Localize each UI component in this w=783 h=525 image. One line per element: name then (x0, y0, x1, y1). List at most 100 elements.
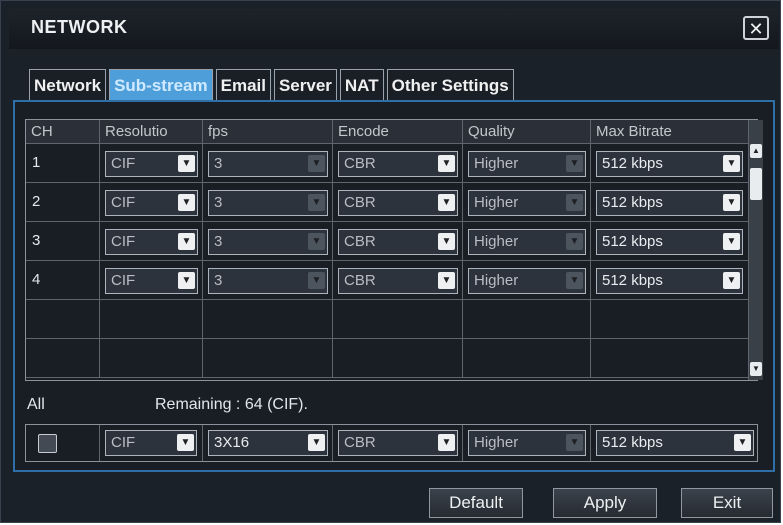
header-quality: Quality (463, 120, 591, 143)
encode-value: CBR (344, 194, 376, 211)
chevron-down-icon: ▼ (566, 272, 583, 289)
quality-select[interactable]: Higher ▼ (468, 229, 586, 255)
bitrate-cell: 512 kbps ▼ (591, 261, 748, 299)
bitrate-select[interactable]: 512 kbps ▼ (596, 268, 743, 294)
all-label: All (27, 396, 45, 413)
resolution-select[interactable]: CIF ▼ (105, 268, 198, 294)
bitrate-select[interactable]: 512 kbps ▼ (596, 190, 743, 216)
bitrate-cell: 512 kbps ▼ (591, 183, 748, 221)
table-row (26, 339, 759, 378)
chevron-down-icon: ▼ (438, 233, 455, 250)
tab-network[interactable]: Network (29, 69, 107, 101)
all-quality-select[interactable]: Higher ▼ (468, 430, 586, 456)
table-header: CH Resolutio fps Encode Quality Max Bitr… (26, 120, 759, 144)
table-row: 3 CIF ▼ 3 ▼ CBR ▼ Higher ▼ 512 kbps ▼ (26, 222, 759, 261)
all-resolution-cell: CIF ▼ (100, 425, 203, 461)
all-fps-value: 3X16 (214, 434, 250, 451)
tab-sub-stream[interactable]: Sub-stream (109, 69, 213, 101)
empty-cell (100, 300, 203, 338)
bitrate-value: 512 kbps (602, 194, 663, 211)
chevron-down-icon: ▼ (308, 194, 325, 211)
resolution-select[interactable]: CIF ▼ (105, 190, 198, 216)
table-row: 4 CIF ▼ 3 ▼ CBR ▼ Higher ▼ 512 kbps ▼ (26, 261, 759, 300)
all-checkbox[interactable] (38, 434, 57, 453)
encode-cell: CBR ▼ (333, 222, 463, 260)
fps-cell: 3 ▼ (203, 144, 333, 182)
chevron-down-icon: ▼ (308, 233, 325, 250)
all-resolution-select[interactable]: CIF ▼ (105, 430, 197, 456)
quality-cell: Higher ▼ (463, 261, 591, 299)
empty-cell (203, 300, 333, 338)
default-button[interactable]: Default (429, 488, 523, 518)
header-encode: Encode (333, 120, 463, 143)
channel-number: 1 (26, 144, 100, 182)
fps-value: 3 (214, 233, 223, 250)
quality-value: Higher (474, 155, 519, 172)
tab-email[interactable]: Email (215, 69, 271, 101)
fps-cell: 3 ▼ (203, 261, 333, 299)
quality-cell: Higher ▼ (463, 222, 591, 260)
chevron-down-icon: ▼ (178, 272, 195, 289)
empty-cell (591, 300, 748, 338)
bitrate-select[interactable]: 512 kbps ▼ (596, 151, 743, 177)
encode-select[interactable]: CBR ▼ (338, 268, 458, 294)
empty-cell (203, 339, 333, 377)
chevron-down-icon: ▼ (438, 272, 455, 289)
fps-select[interactable]: 3 ▼ (208, 268, 328, 294)
close-icon[interactable]: ✕ (743, 16, 769, 40)
tab-other-settings[interactable]: Other Settings (386, 69, 514, 101)
encode-select[interactable]: CBR ▼ (338, 229, 458, 255)
empty-cell (463, 339, 591, 377)
bitrate-value: 512 kbps (602, 233, 663, 250)
encode-select[interactable]: CBR ▼ (338, 151, 458, 177)
header-resolution: Resolutio (100, 120, 203, 143)
header-ch: CH (26, 120, 100, 143)
empty-cell (333, 300, 463, 338)
chevron-down-icon: ▼ (308, 155, 325, 172)
fps-select[interactable]: 3 ▼ (208, 229, 328, 255)
tab-server[interactable]: Server (273, 69, 337, 101)
fps-select[interactable]: 3 ▼ (208, 190, 328, 216)
chevron-down-icon: ▼ (566, 434, 583, 451)
resolution-select[interactable]: CIF ▼ (105, 151, 198, 177)
bitrate-value: 512 kbps (602, 272, 663, 289)
exit-button[interactable]: Exit (681, 488, 773, 518)
all-bitrate-cell: 512 kbps ▼ (591, 425, 757, 461)
all-resolution-value: CIF (111, 434, 136, 451)
fps-value: 3 (214, 194, 223, 211)
window-title: NETWORK (31, 17, 128, 37)
encode-cell: CBR ▼ (333, 183, 463, 221)
scroll-down-icon[interactable]: ▼ (750, 362, 762, 376)
network-window: NETWORK ✕ Network Sub-stream Email Serve… (0, 0, 781, 523)
tab-nat[interactable]: NAT (339, 69, 384, 101)
chevron-down-icon: ▼ (723, 272, 740, 289)
resolution-value: CIF (111, 272, 136, 289)
all-fps-select[interactable]: 3X16 ▼ (208, 430, 328, 456)
quality-select[interactable]: Higher ▼ (468, 151, 586, 177)
fps-select[interactable]: 3 ▼ (208, 151, 328, 177)
header-fps: fps (203, 120, 333, 143)
bitrate-cell: 512 kbps ▼ (591, 222, 748, 260)
apply-button[interactable]: Apply (553, 488, 657, 518)
quality-select[interactable]: Higher ▼ (468, 268, 586, 294)
all-encode-select[interactable]: CBR ▼ (338, 430, 458, 456)
quality-select[interactable]: Higher ▼ (468, 190, 586, 216)
channel-number: 4 (26, 261, 100, 299)
chevron-down-icon: ▼ (566, 233, 583, 250)
all-bitrate-value: 512 kbps (602, 434, 663, 451)
encode-select[interactable]: CBR ▼ (338, 190, 458, 216)
scrollbar-thumb[interactable] (750, 168, 762, 200)
fps-cell: 3 ▼ (203, 183, 333, 221)
all-bitrate-select[interactable]: 512 kbps ▼ (596, 430, 754, 456)
chevron-down-icon: ▼ (723, 233, 740, 250)
chevron-down-icon: ▼ (177, 434, 194, 451)
scroll-up-icon[interactable]: ▲ (750, 144, 762, 158)
empty-cell (463, 300, 591, 338)
all-checkbox-cell (26, 425, 100, 461)
encode-cell: CBR ▼ (333, 261, 463, 299)
chevron-down-icon: ▼ (178, 194, 195, 211)
vertical-scrollbar[interactable]: ▲ ▼ (748, 120, 763, 380)
chevron-down-icon: ▼ (438, 434, 455, 451)
resolution-select[interactable]: CIF ▼ (105, 229, 198, 255)
bitrate-select[interactable]: 512 kbps ▼ (596, 229, 743, 255)
